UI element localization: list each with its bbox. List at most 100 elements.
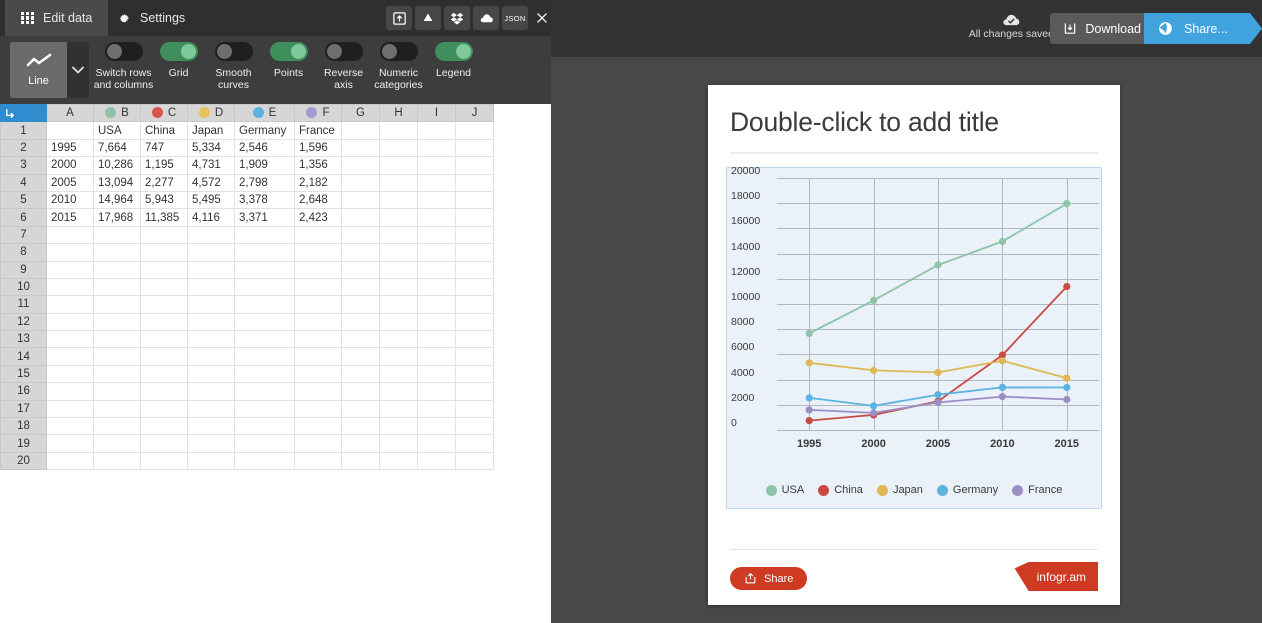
cell[interactable] xyxy=(46,451,94,471)
cell[interactable] xyxy=(46,434,94,453)
table-row[interactable]: 2 1995 7,664 747 5,334 2,546 1,596 xyxy=(0,138,494,158)
legend-item-japan[interactable]: Japan xyxy=(876,484,923,496)
cell[interactable] xyxy=(417,173,456,192)
cell[interactable] xyxy=(379,260,418,279)
cell[interactable] xyxy=(417,347,456,366)
row-header[interactable]: 18 xyxy=(0,417,47,436)
cell[interactable]: 2010 xyxy=(46,190,94,210)
cell[interactable]: 2,648 xyxy=(294,190,342,210)
data-point[interactable] xyxy=(998,383,1006,391)
cell[interactable] xyxy=(455,312,494,332)
toggle-points[interactable]: Points xyxy=(261,42,316,100)
cell[interactable] xyxy=(234,243,295,262)
cell[interactable]: China xyxy=(140,121,188,140)
cell[interactable] xyxy=(417,190,456,210)
cell[interactable] xyxy=(234,225,295,245)
infogram-badge[interactable]: infogr.am xyxy=(1014,562,1098,591)
table-row[interactable]: 16 xyxy=(0,382,494,401)
row-header[interactable]: 4 xyxy=(0,173,47,192)
table-row[interactable]: 9 xyxy=(0,260,494,279)
cell[interactable] xyxy=(46,347,94,366)
cell[interactable] xyxy=(379,243,418,262)
card-share-button[interactable]: Share xyxy=(730,567,808,590)
cell[interactable] xyxy=(93,260,141,279)
cell[interactable] xyxy=(234,399,295,419)
data-point[interactable] xyxy=(870,402,878,410)
switch-track[interactable] xyxy=(324,42,363,61)
data-point[interactable] xyxy=(805,329,813,337)
cell[interactable] xyxy=(417,295,456,314)
cell[interactable] xyxy=(187,382,235,401)
cell[interactable] xyxy=(379,417,418,436)
cell[interactable] xyxy=(341,190,380,210)
cell[interactable] xyxy=(93,295,141,314)
legend-item-germany[interactable]: Germany xyxy=(936,484,998,496)
cell[interactable] xyxy=(294,260,342,279)
cell[interactable] xyxy=(341,277,380,297)
cell[interactable] xyxy=(46,364,94,384)
cell[interactable] xyxy=(140,364,188,384)
cell[interactable] xyxy=(341,156,380,175)
cell[interactable] xyxy=(187,277,235,297)
cell[interactable] xyxy=(140,434,188,453)
cell[interactable] xyxy=(341,434,380,453)
cell[interactable] xyxy=(341,417,380,436)
onedrive-icon[interactable] xyxy=(473,6,499,30)
cell[interactable] xyxy=(294,399,342,419)
cell[interactable] xyxy=(417,417,456,436)
cell[interactable]: 2015 xyxy=(46,208,94,227)
cell[interactable] xyxy=(187,295,235,314)
cell[interactable]: 4,572 xyxy=(187,173,235,192)
cell[interactable] xyxy=(234,434,295,453)
cell[interactable] xyxy=(379,295,418,314)
data-point[interactable] xyxy=(934,398,942,407)
cell[interactable] xyxy=(417,382,456,401)
cell[interactable] xyxy=(46,225,94,245)
switch-track[interactable] xyxy=(104,42,143,61)
cell[interactable] xyxy=(455,347,494,366)
chart-container[interactable]: 0 2000 4000 6000 8000 10000 12000 14000 16000 180… xyxy=(726,165,1102,509)
cell[interactable]: 2,277 xyxy=(140,173,188,192)
row-header[interactable]: 9 xyxy=(0,260,47,279)
cell[interactable] xyxy=(140,243,188,262)
share-button[interactable]: Share... xyxy=(1144,13,1262,44)
cell[interactable] xyxy=(341,138,380,158)
cell[interactable] xyxy=(341,208,380,227)
row-header[interactable]: 1 xyxy=(0,121,47,140)
table-row[interactable]: 3 2000 10,286 1,195 4,731 1,909 1,356 xyxy=(0,156,494,175)
cell[interactable] xyxy=(294,312,342,332)
cell[interactable] xyxy=(234,451,295,471)
data-point[interactable] xyxy=(805,406,813,414)
cell[interactable] xyxy=(417,225,456,245)
upload-icon[interactable] xyxy=(386,6,412,30)
cell[interactable] xyxy=(455,382,494,401)
table-row[interactable]: 7 xyxy=(0,225,494,245)
cell[interactable] xyxy=(417,243,456,262)
column-header-e[interactable]: E xyxy=(234,103,295,123)
cell[interactable]: 4,731 xyxy=(187,156,235,175)
toggle-numeric-categories[interactable]: Numeric categories xyxy=(371,42,426,100)
cell[interactable] xyxy=(455,295,494,314)
cell[interactable] xyxy=(140,451,188,471)
spreadsheet-table[interactable]: A B C D E F G H I J 1 USA China Japan Germany France 2 19… xyxy=(0,103,494,471)
data-point[interactable] xyxy=(870,409,878,417)
cell[interactable] xyxy=(379,156,418,175)
table-row[interactable]: 13 xyxy=(0,330,494,349)
cell[interactable] xyxy=(187,417,235,436)
column-header-c[interactable]: C xyxy=(140,103,188,123)
data-point[interactable] xyxy=(998,357,1006,365)
cell[interactable] xyxy=(234,260,295,279)
cell[interactable] xyxy=(341,243,380,262)
cell[interactable] xyxy=(187,243,235,262)
dropbox-icon[interactable] xyxy=(444,6,470,30)
legend-item-france[interactable]: France xyxy=(1012,484,1062,496)
cell[interactable]: 2,546 xyxy=(234,138,295,158)
row-header[interactable]: 6 xyxy=(0,208,47,227)
cell[interactable] xyxy=(455,417,494,436)
cell[interactable] xyxy=(455,364,494,384)
row-header[interactable]: 20 xyxy=(0,451,47,471)
cell[interactable] xyxy=(379,382,418,401)
cell[interactable] xyxy=(294,330,342,349)
cell[interactable] xyxy=(294,451,342,471)
cell[interactable] xyxy=(341,312,380,332)
